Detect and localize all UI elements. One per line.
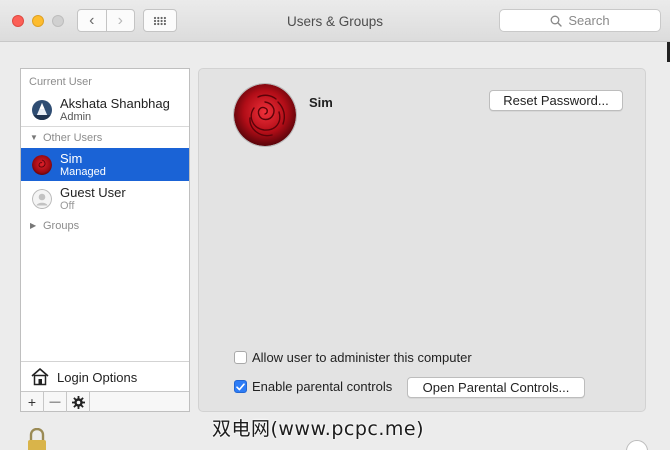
checkmark-icon bbox=[236, 382, 245, 390]
divider bbox=[21, 126, 189, 127]
house-icon bbox=[31, 368, 49, 386]
current-user-role: Admin bbox=[60, 111, 92, 123]
user-row-current[interactable]: Akshata Shanbhag Admin bbox=[21, 93, 189, 126]
allow-admin-checkbox[interactable] bbox=[234, 351, 247, 364]
search-placeholder: Search bbox=[568, 13, 610, 28]
sim-name: Sim bbox=[60, 151, 83, 166]
rose-avatar-small bbox=[32, 155, 52, 175]
other-users-label: Other Users bbox=[43, 132, 103, 144]
user-detail-panel: Sim Reset Password... Allow user to admi… bbox=[198, 68, 646, 412]
sim-role: Managed bbox=[60, 166, 106, 178]
open-parental-controls-button[interactable]: Open Parental Controls... bbox=[407, 377, 585, 398]
gear-icon bbox=[71, 395, 85, 409]
rose-avatar[interactable] bbox=[234, 84, 296, 146]
triangle-down-icon[interactable]: ▼ bbox=[30, 133, 38, 142]
lock-hint-text bbox=[62, 442, 292, 450]
help-button[interactable] bbox=[626, 440, 648, 450]
current-user-label: Current User bbox=[29, 76, 92, 88]
action-menu-button[interactable] bbox=[67, 392, 90, 412]
watermark-text: 双电网(www.pcpc.me) bbox=[212, 418, 424, 440]
admin-avatar-icon bbox=[32, 100, 52, 120]
lock-icon[interactable] bbox=[24, 428, 50, 450]
login-options-item[interactable]: Login Options bbox=[21, 361, 189, 391]
guest-name: Guest User bbox=[60, 185, 126, 200]
title-bar: ‹ › Users & Groups Search bbox=[0, 0, 670, 42]
remove-user-button[interactable]: — bbox=[44, 392, 67, 412]
allow-admin-label: Allow user to administer this computer bbox=[252, 350, 472, 365]
login-options-label: Login Options bbox=[57, 370, 138, 385]
groups-label[interactable]: Groups bbox=[43, 220, 79, 232]
search-field[interactable]: Search bbox=[499, 9, 661, 32]
guest-role: Off bbox=[60, 200, 75, 212]
guest-avatar-icon bbox=[32, 189, 52, 209]
sidebar-toolbar: + — bbox=[21, 391, 189, 412]
user-row-guest[interactable]: Guest User Off bbox=[21, 182, 189, 215]
search-icon bbox=[550, 15, 563, 27]
allow-admin-row[interactable]: Allow user to administer this computer bbox=[234, 350, 472, 365]
user-row-sim[interactable]: Sim Managed bbox=[21, 148, 189, 181]
parental-controls-label: Enable parental controls bbox=[252, 379, 393, 394]
triangle-right-icon[interactable]: ▶ bbox=[30, 221, 36, 230]
parental-controls-checkbox[interactable] bbox=[234, 380, 247, 393]
users-sidebar: Current User Akshata Shanbhag Admin ▼ Ot… bbox=[20, 68, 190, 412]
current-user-name: Akshata Shanbhag bbox=[60, 96, 170, 111]
add-user-button[interactable]: + bbox=[21, 392, 44, 412]
reset-password-button[interactable]: Reset Password... bbox=[489, 90, 623, 111]
parental-controls-row[interactable]: Enable parental controls bbox=[234, 379, 392, 394]
user-name-title: Sim bbox=[309, 95, 333, 110]
